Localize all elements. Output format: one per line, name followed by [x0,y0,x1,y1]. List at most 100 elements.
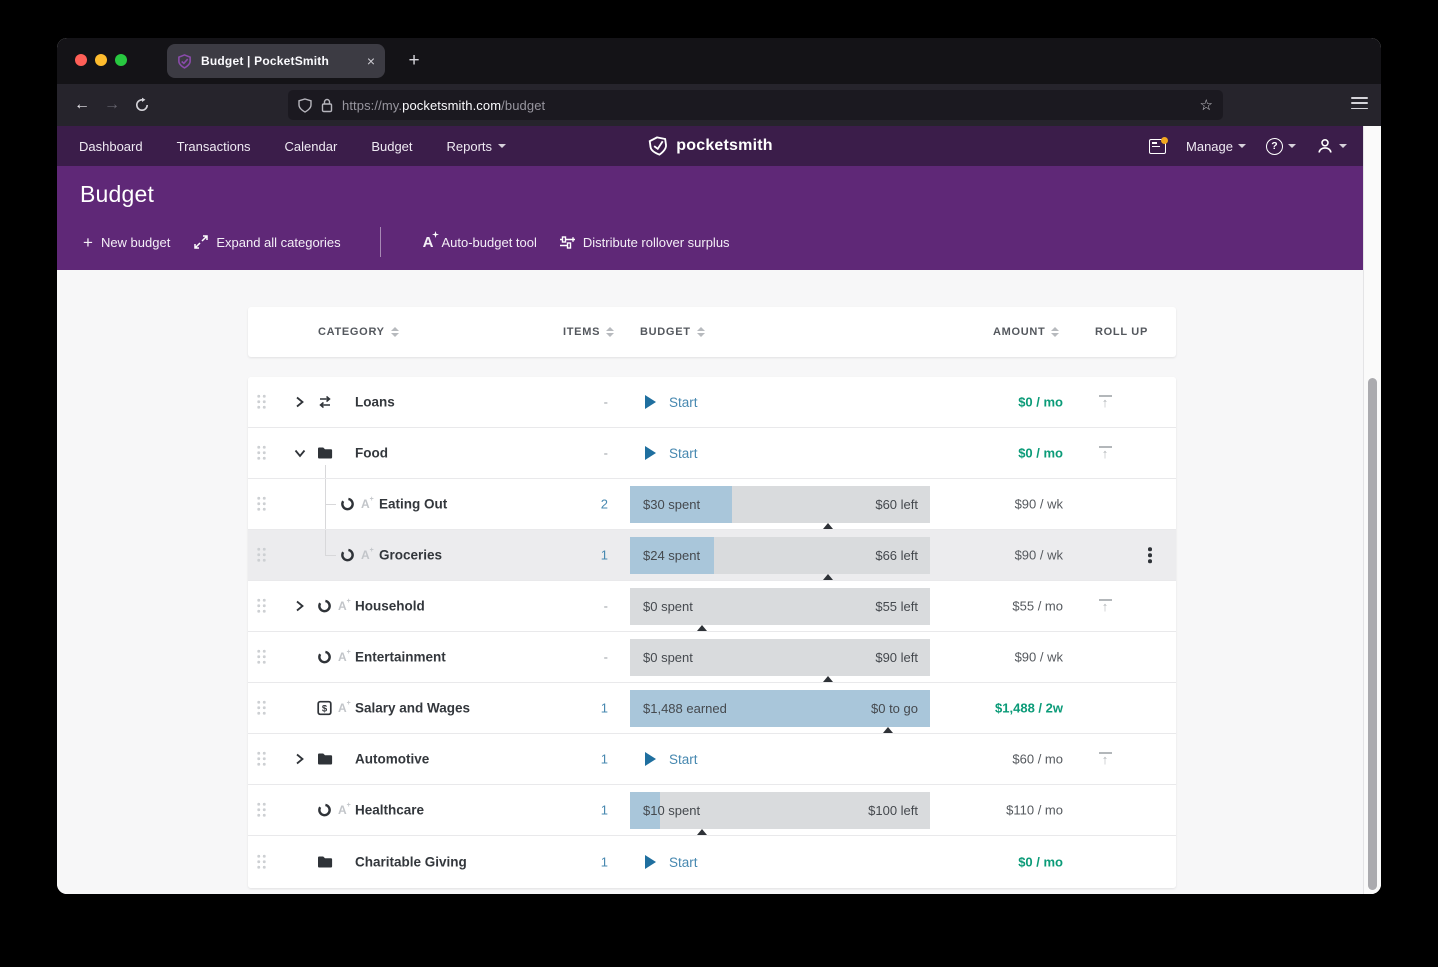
table-row[interactable]: Charitable Giving 1 Start $0 / mo [248,836,1176,888]
budget-cell[interactable]: Start [630,836,930,888]
category-name[interactable]: Healthcare [355,803,424,818]
sort-icon[interactable] [697,327,705,337]
drag-handle-icon[interactable] [256,445,267,462]
category-name[interactable]: Food [355,446,388,461]
chevron-right-icon[interactable] [294,753,305,765]
category-name[interactable]: Automotive [355,752,429,767]
distribute-rollover-surplus-button[interactable]: Distribute rollover surplus [559,235,730,250]
back-icon[interactable]: ← [67,96,97,114]
chevron-right-icon[interactable] [294,600,305,612]
start-budget-link[interactable]: Start [669,855,698,870]
start-budget-link[interactable]: Start [669,446,698,461]
drag-handle-icon[interactable] [256,394,267,411]
column-category[interactable]: Category [318,307,399,357]
chevron-right-icon[interactable] [294,396,305,408]
rollup-icon[interactable]: ↑ [1094,395,1116,409]
items-count-link[interactable]: 1 [566,855,608,870]
budget-cell[interactable]: $30 spent $60 left [630,479,930,529]
table-row[interactable]: A+ Eating Out 2 $30 spent $60 left $90 /… [248,479,1176,530]
pocketsmith-logo[interactable]: pocketsmith [647,135,772,157]
items-count-link[interactable]: 1 [566,803,608,818]
play-icon[interactable] [645,855,656,869]
column-budget[interactable]: Budget [640,307,705,357]
sort-icon[interactable] [391,327,399,337]
lock-icon[interactable] [321,98,333,113]
budget-cell[interactable]: Start [630,377,930,427]
drag-handle-icon[interactable] [256,700,267,717]
browser-tab[interactable]: Budget | PocketSmith × [167,44,385,78]
table-row[interactable]: A+ Groceries 1 $24 spent $66 left $90 / … [248,530,1176,581]
new-budget-button[interactable]: + New budget [83,234,170,251]
category-name[interactable]: Charitable Giving [355,855,467,870]
table-row[interactable]: $ A+ Salary and Wages 1 $1,488 earned $0… [248,683,1176,734]
budget-bar[interactable]: $10 spent $100 left [630,792,930,829]
whats-new-icon[interactable] [1149,139,1166,154]
nav-dashboard[interactable]: Dashboard [79,139,143,154]
category-name[interactable]: Household [355,599,425,614]
budget-bar[interactable]: $0 spent $90 left [630,639,930,676]
budget-cell[interactable]: $0 spent $55 left [630,581,930,631]
row-menu-kebab-icon[interactable] [1148,547,1152,563]
shield-permissions-icon[interactable] [298,98,312,113]
budget-cell[interactable]: $0 spent $90 left [630,632,930,682]
category-name[interactable]: Eating Out [379,497,447,512]
category-name[interactable]: Loans [355,395,395,410]
close-window-icon[interactable] [75,54,87,66]
nav-calendar[interactable]: Calendar [285,139,338,154]
drag-handle-icon[interactable] [256,802,267,819]
window-controls[interactable] [75,54,127,66]
column-amount[interactable]: Amount [993,307,1059,357]
rollup-icon[interactable]: ↑ [1094,446,1116,460]
category-name[interactable]: Salary and Wages [355,701,470,716]
account-menu[interactable] [1316,137,1347,155]
start-budget-link[interactable]: Start [669,752,698,767]
menu-icon[interactable] [1351,97,1368,109]
items-count-link[interactable]: 1 [566,548,608,563]
budget-cell[interactable]: $1,488 earned $0 to go [630,683,930,733]
drag-handle-icon[interactable] [256,496,267,513]
table-row[interactable]: A+ Healthcare 1 $10 spent $100 left $110… [248,785,1176,836]
reload-icon[interactable] [127,97,157,113]
new-tab-button[interactable]: + [401,48,427,74]
sort-icon[interactable] [1051,327,1059,337]
table-row[interactable]: Automotive 1 Start $60 / mo ↑ [248,734,1176,785]
minimize-window-icon[interactable] [95,54,107,66]
drag-handle-icon[interactable] [256,854,267,871]
auto-budget-tool-button[interactable]: A Auto-budget tool [423,235,537,250]
items-count-link[interactable]: 1 [566,752,608,767]
drag-handle-icon[interactable] [256,751,267,768]
budget-bar[interactable]: $30 spent $60 left [630,486,930,523]
category-name[interactable]: Entertainment [355,650,446,665]
rollup-icon[interactable]: ↑ [1094,599,1116,613]
nav-transactions[interactable]: Transactions [177,139,251,154]
budget-cell[interactable]: Start [630,734,930,784]
column-items[interactable]: Items [563,307,614,357]
table-row[interactable]: Food - Start $0 / mo ↑ [248,428,1176,479]
play-icon[interactable] [645,446,656,460]
items-count-link[interactable]: 2 [566,497,608,512]
zoom-window-icon[interactable] [115,54,127,66]
nav-budget[interactable]: Budget [371,139,412,154]
play-icon[interactable] [645,752,656,766]
category-name[interactable]: Groceries [379,548,442,563]
table-row[interactable]: A+ Household - $0 spent $55 left $55 / m… [248,581,1176,632]
manage-menu[interactable]: Manage [1186,139,1246,154]
budget-cell[interactable]: Start [630,428,930,478]
budget-cell[interactable]: $10 spent $100 left [630,785,930,835]
drag-handle-icon[interactable] [256,649,267,666]
play-icon[interactable] [645,395,656,409]
rollup-icon[interactable]: ↑ [1094,752,1116,766]
expand-all-categories-button[interactable]: Expand all categories [194,235,340,250]
items-count-link[interactable]: 1 [566,701,608,716]
bookmark-star-icon[interactable]: ☆ [1200,96,1213,114]
table-row[interactable]: A+ Entertainment - $0 spent $90 left $90… [248,632,1176,683]
url-text[interactable]: https://my.pocketsmith.com/budget [342,98,545,113]
drag-handle-icon[interactable] [256,598,267,615]
scrollbar-thumb[interactable] [1368,378,1377,890]
nav-reports[interactable]: Reports [447,139,507,154]
budget-bar[interactable]: $0 spent $55 left [630,588,930,625]
table-row[interactable]: Loans - Start $0 / mo ↑ [248,377,1176,428]
drag-handle-icon[interactable] [256,547,267,564]
url-bar[interactable]: https://my.pocketsmith.com/budget ☆ [288,90,1223,120]
budget-cell[interactable]: $24 spent $66 left [630,530,930,580]
